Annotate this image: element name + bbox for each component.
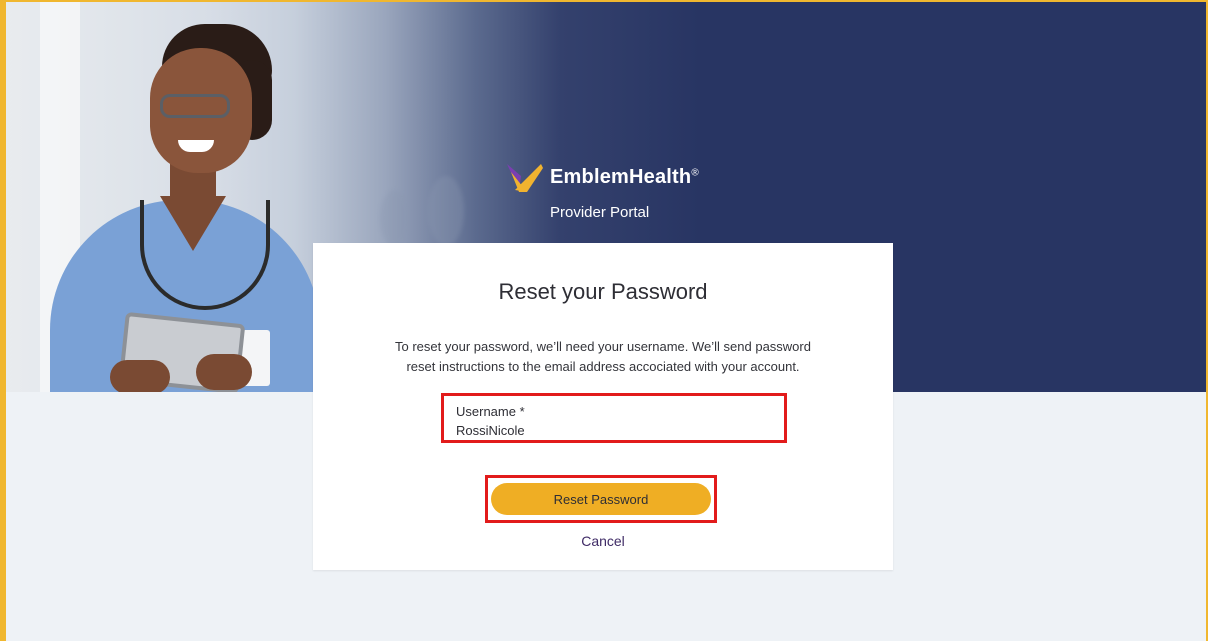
hand: [110, 360, 170, 392]
glasses: [160, 94, 230, 118]
username-label: Username *: [456, 404, 525, 419]
nurse-figure: [0, 0, 340, 392]
username-field[interactable]: Username *: [441, 393, 787, 443]
username-input[interactable]: [456, 421, 756, 439]
hand: [196, 354, 252, 390]
cancel-link[interactable]: Cancel: [313, 533, 893, 549]
reset-password-button[interactable]: Reset Password: [491, 483, 711, 515]
reset-button-highlight: Reset Password: [485, 475, 717, 523]
background-person: [380, 190, 410, 246]
reset-password-card: Reset your Password To reset your passwo…: [313, 243, 893, 570]
brand-name: EmblemHealth®: [550, 166, 699, 188]
page-title: Reset your Password: [498, 279, 708, 304]
emblem-chevron-logo: [507, 164, 543, 192]
portal-subtitle: Provider Portal: [550, 204, 650, 221]
instructions-line: To reset your password, we’ll need your …: [395, 339, 811, 354]
instructions-line: reset instructions to the email address …: [406, 359, 800, 374]
background-person: [428, 176, 464, 246]
instructions-text: To reset your password, we’ll need your …: [353, 337, 853, 377]
